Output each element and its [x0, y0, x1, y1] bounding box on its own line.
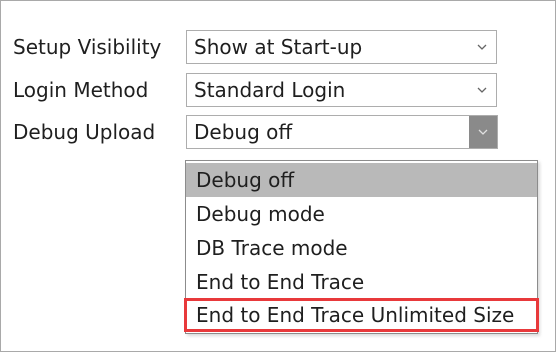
setup-visibility-select[interactable]: Show at Start-up: [186, 30, 497, 64]
login-method-value: Standard Login: [194, 78, 346, 102]
debug-upload-label: Debug Upload: [13, 120, 156, 144]
dropdown-option-debug-mode[interactable]: Debug mode: [186, 197, 537, 231]
debug-upload-value: Debug off: [194, 120, 293, 144]
debug-upload-select[interactable]: Debug off: [186, 115, 498, 149]
chevron-down-icon[interactable]: [468, 74, 496, 106]
login-method-select[interactable]: Standard Login: [186, 73, 497, 107]
chevron-down-icon[interactable]: [469, 116, 497, 148]
dropdown-option-debug-off[interactable]: Debug off: [186, 163, 537, 197]
dropdown-option-end-to-end-trace[interactable]: End to End Trace: [186, 265, 537, 299]
dropdown-option-db-trace-mode[interactable]: DB Trace mode: [186, 231, 537, 265]
login-method-label: Login Method: [13, 78, 149, 102]
setup-visibility-value: Show at Start-up: [194, 35, 363, 59]
chevron-down-icon[interactable]: [468, 31, 496, 63]
dropdown-option-end-to-end-trace-unlimited[interactable]: End to End Trace Unlimited Size: [184, 298, 539, 332]
setup-visibility-label: Setup Visibility: [13, 35, 162, 59]
debug-upload-dropdown: Debug off Debug mode DB Trace mode End t…: [184, 160, 539, 334]
